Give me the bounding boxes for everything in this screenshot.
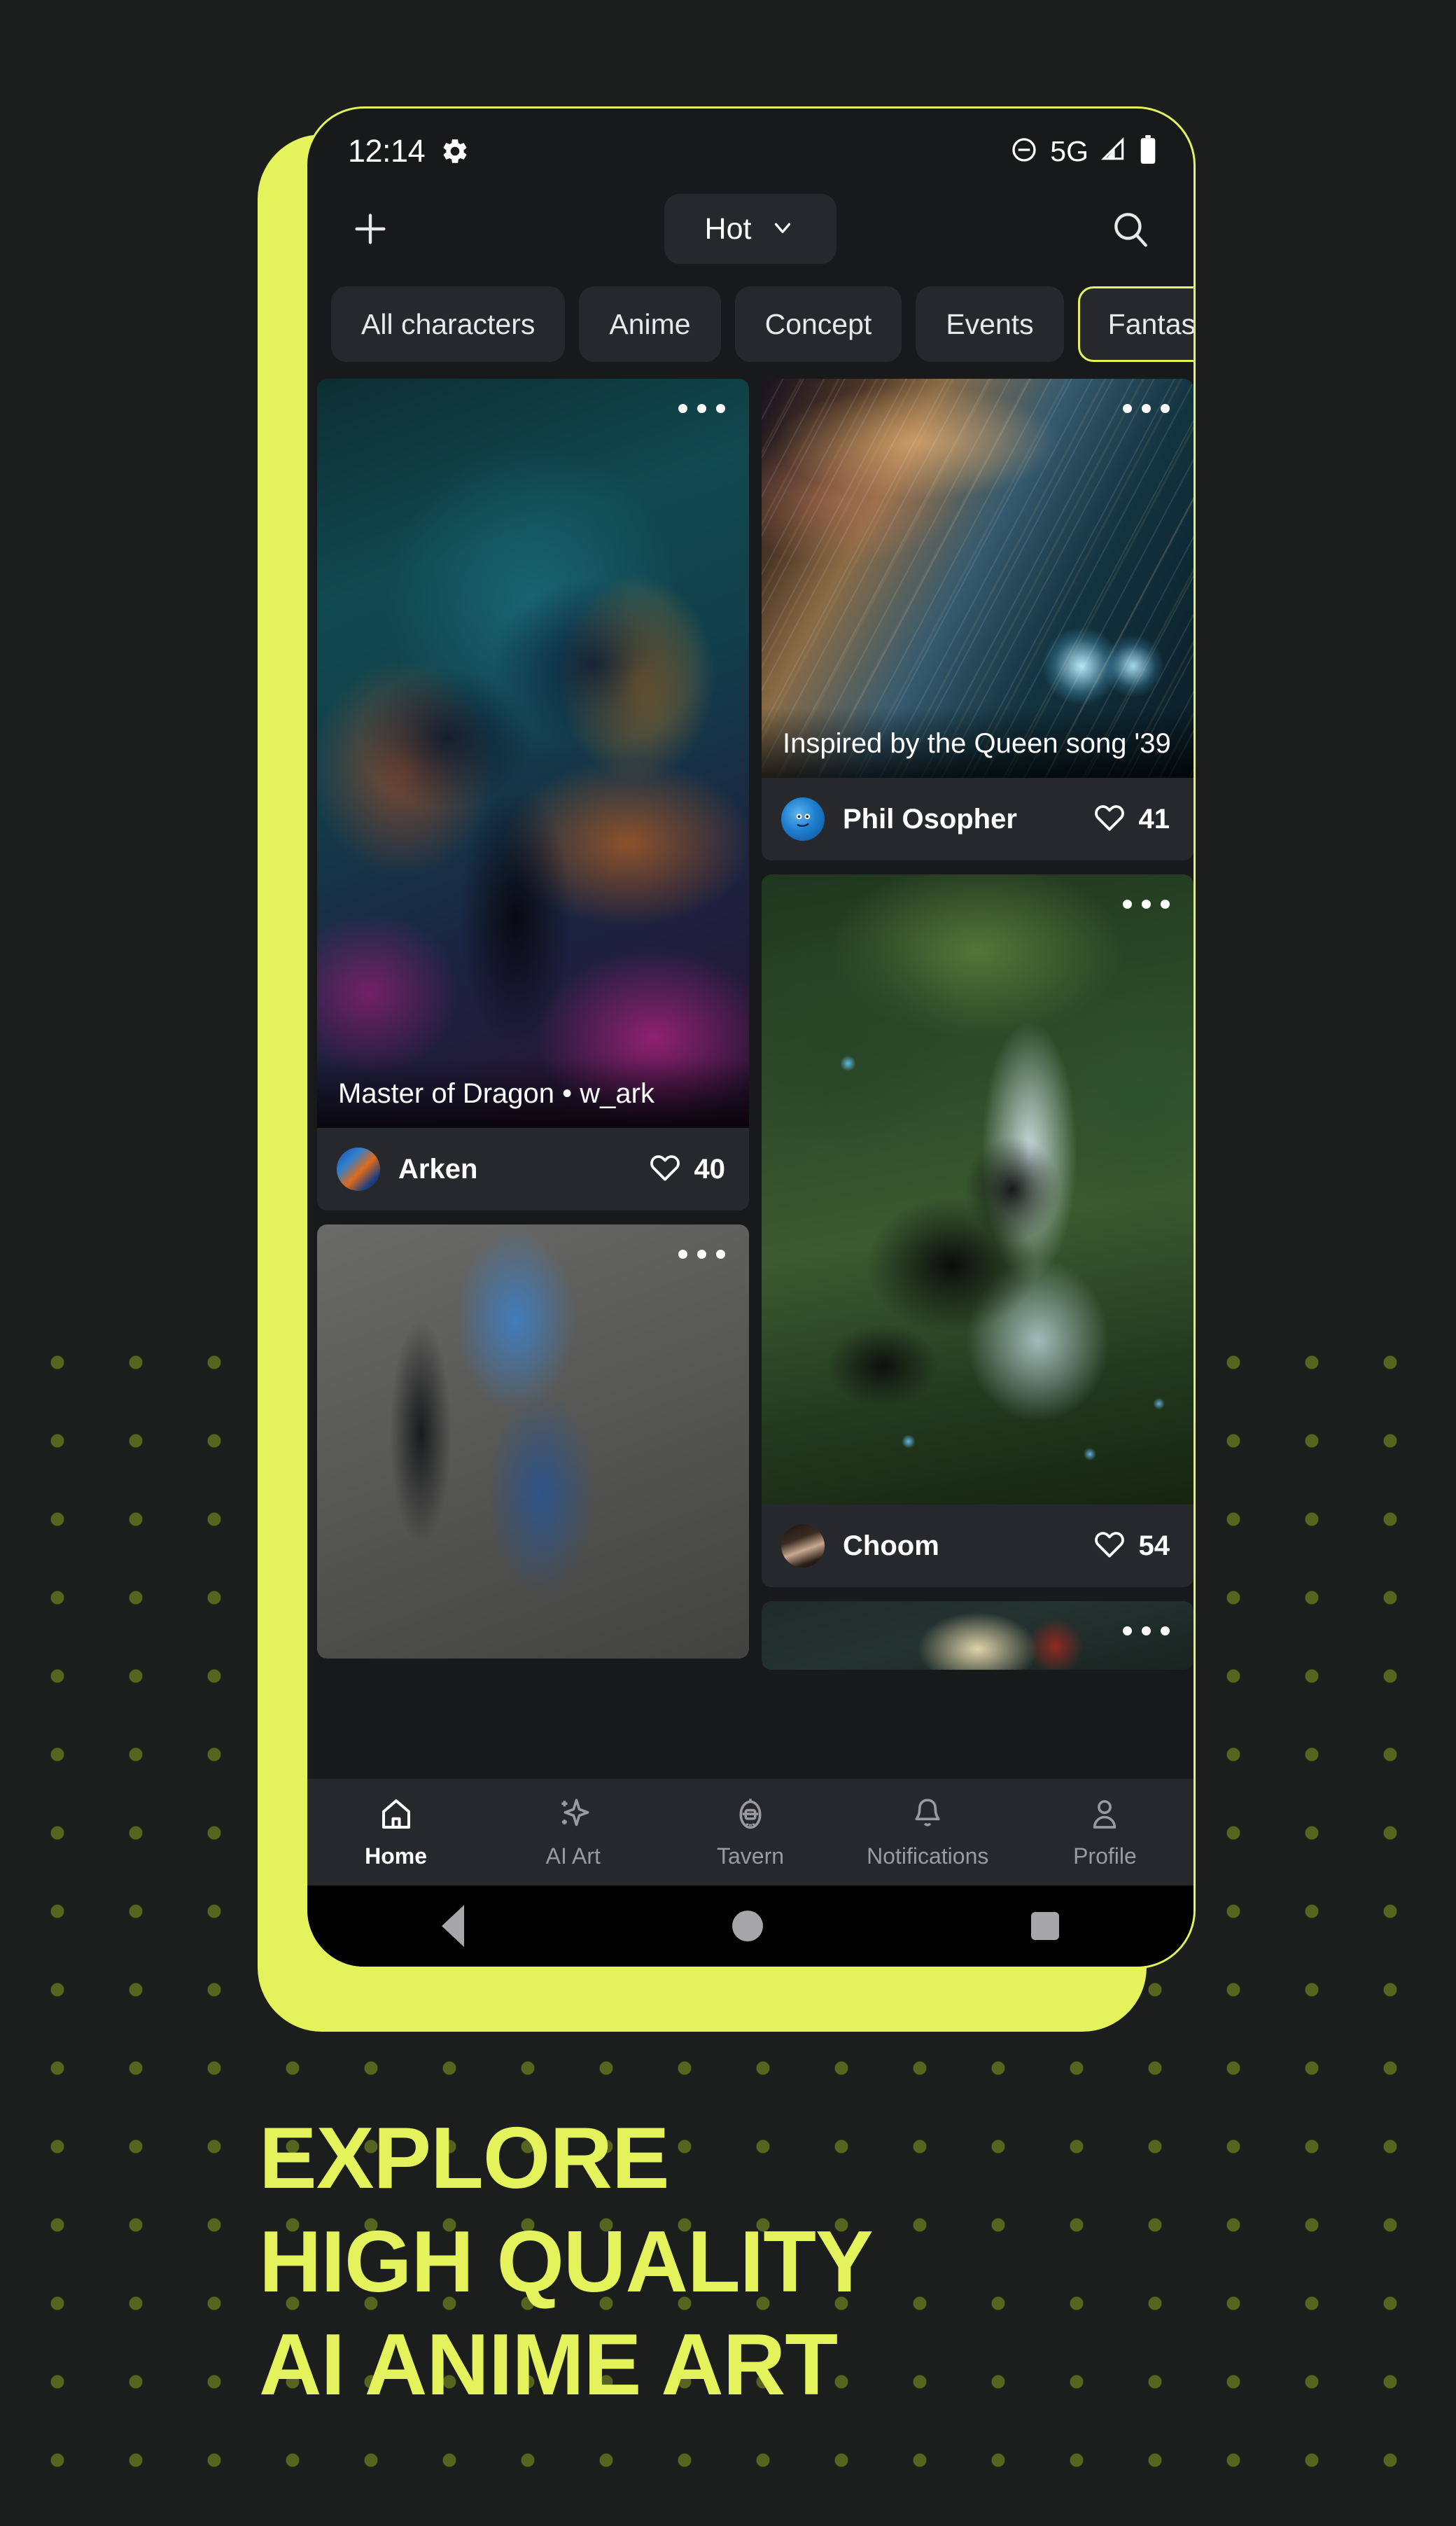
like-count: 54	[1138, 1530, 1170, 1561]
author-name: Choom	[843, 1530, 939, 1561]
feed-column-right: Inspired by the Queen song '39 Phil Osop…	[762, 379, 1194, 1779]
more-options-icon[interactable]	[678, 404, 725, 413]
status-bar: 12:14 5G	[307, 109, 1194, 187]
signal-icon	[1100, 137, 1127, 167]
search-button[interactable]	[1105, 204, 1156, 254]
recents-square-icon[interactable]	[1031, 1912, 1060, 1940]
feed-column-left: Master of Dragon • w_ark Arken 40	[317, 379, 749, 1779]
category-chip-events[interactable]: Events	[916, 286, 1064, 362]
more-options-icon[interactable]	[1123, 404, 1170, 413]
feed-card-blonde[interactable]	[762, 1601, 1194, 1670]
more-options-icon[interactable]	[1123, 900, 1170, 909]
category-chip-fantasy[interactable]: Fantasy	[1077, 286, 1194, 362]
feed-card-cat[interactable]: Choom 54	[762, 874, 1194, 1587]
status-bar-network: 5G	[1050, 134, 1088, 167]
nav-item-label: Notifications	[867, 1843, 989, 1869]
sort-dropdown-label: Hot	[704, 211, 752, 246]
like-button[interactable]: 54	[1093, 1528, 1170, 1565]
bottom-navigation-bar[interactable]: Home AI Art Tavern Notifications Profile	[307, 1779, 1194, 1885]
nav-item-label: Home	[365, 1843, 428, 1869]
sort-dropdown[interactable]: Hot	[664, 194, 836, 264]
like-count: 40	[694, 1153, 726, 1185]
card-footer: Arken 40	[317, 1128, 749, 1210]
status-bar-time: 12:14	[348, 133, 426, 169]
feed-card-soldier[interactable]	[317, 1224, 749, 1659]
status-bar-indicators: 5G	[1010, 134, 1157, 168]
promo-headline: EXPLORE HIGH QUALITY AI ANIME ART	[259, 2107, 874, 2417]
card-caption: Master of Dragon • w_ark	[317, 1058, 749, 1128]
do-not-disturb-icon	[1010, 136, 1038, 167]
feed-card-queen-song[interactable]: Inspired by the Queen song '39 Phil Osop…	[762, 379, 1194, 860]
category-chip-label: All characters	[361, 307, 536, 340]
category-chip-label: Anime	[609, 307, 691, 340]
category-chip-label: Concept	[764, 307, 872, 340]
content-feed[interactable]: Master of Dragon • w_ark Arken 40 Inspir…	[307, 379, 1194, 1779]
category-chip-label: Events	[946, 307, 1034, 340]
artwork-blue-haired-armored-anime-soldier	[317, 1224, 749, 1659]
more-options-icon[interactable]	[1123, 1626, 1170, 1635]
avatar[interactable]	[337, 1147, 380, 1191]
like-button[interactable]: 41	[1093, 801, 1170, 838]
promo-headline-line-3: AI ANIME ART	[259, 2317, 838, 2414]
avatar[interactable]	[781, 1524, 825, 1568]
category-chip-concept[interactable]: Concept	[734, 286, 902, 362]
app-top-toolbar: Hot	[307, 187, 1194, 271]
heart-icon	[648, 1151, 682, 1188]
add-button[interactable]	[345, 204, 396, 254]
nav-item-ai-art[interactable]: AI Art	[484, 1795, 662, 1869]
artwork-spaceship-in-galaxy: Inspired by the Queen song '39	[762, 379, 1194, 778]
like-count: 41	[1138, 803, 1170, 835]
nav-item-notifications[interactable]: Notifications	[839, 1795, 1016, 1869]
promo-headline-line-1: EXPLORE	[259, 2110, 670, 2207]
feed-card-dragon[interactable]: Master of Dragon • w_ark Arken 40	[317, 379, 749, 1210]
more-options-icon[interactable]	[678, 1250, 725, 1259]
card-caption: Inspired by the Queen song '39	[762, 708, 1194, 778]
gear-icon	[440, 137, 470, 166]
artwork-tuxedo-cat-by-waterfall	[762, 874, 1194, 1505]
person-icon	[1086, 1795, 1124, 1836]
category-chip-row[interactable]: All characters Anime Concept Events Fant…	[307, 271, 1194, 379]
author-name: Arken	[398, 1153, 478, 1185]
card-footer: Choom 54	[762, 1505, 1194, 1587]
artwork-dragon-in-neon-forest: Master of Dragon • w_ark	[317, 379, 749, 1128]
battery-icon	[1139, 134, 1157, 168]
avatar[interactable]	[781, 797, 825, 841]
tavern-lantern-icon	[732, 1795, 769, 1836]
home-icon	[377, 1795, 415, 1836]
nav-item-label: AI Art	[545, 1843, 601, 1869]
phone-device-mockup: 12:14 5G Hot All characters Anime Concep…	[305, 106, 1196, 1969]
promo-headline-line-2: HIGH QUALITY	[259, 2213, 874, 2310]
home-circle-icon[interactable]	[732, 1911, 763, 1941]
bell-icon	[909, 1795, 946, 1836]
card-footer: Phil Osopher 41	[762, 778, 1194, 860]
sparkles-icon	[554, 1795, 592, 1836]
back-triangle-icon[interactable]	[441, 1905, 464, 1947]
category-chip-all-characters[interactable]: All characters	[331, 286, 566, 362]
heart-icon	[1093, 1528, 1126, 1565]
artwork-blonde-character-with-swords	[762, 1601, 1194, 1670]
android-system-navigation[interactable]	[307, 1885, 1194, 1967]
category-chip-label: Fantasy	[1107, 307, 1194, 340]
author-name: Phil Osopher	[843, 803, 1017, 835]
nav-item-tavern[interactable]: Tavern	[662, 1795, 839, 1869]
heart-icon	[1093, 801, 1126, 838]
nav-item-label: Profile	[1073, 1843, 1137, 1869]
category-chip-anime[interactable]: Anime	[579, 286, 721, 362]
like-button[interactable]: 40	[648, 1151, 726, 1188]
nav-item-profile[interactable]: Profile	[1016, 1795, 1194, 1869]
nav-item-home[interactable]: Home	[307, 1795, 484, 1869]
nav-item-label: Tavern	[716, 1843, 785, 1869]
chevron-down-icon	[769, 214, 796, 244]
